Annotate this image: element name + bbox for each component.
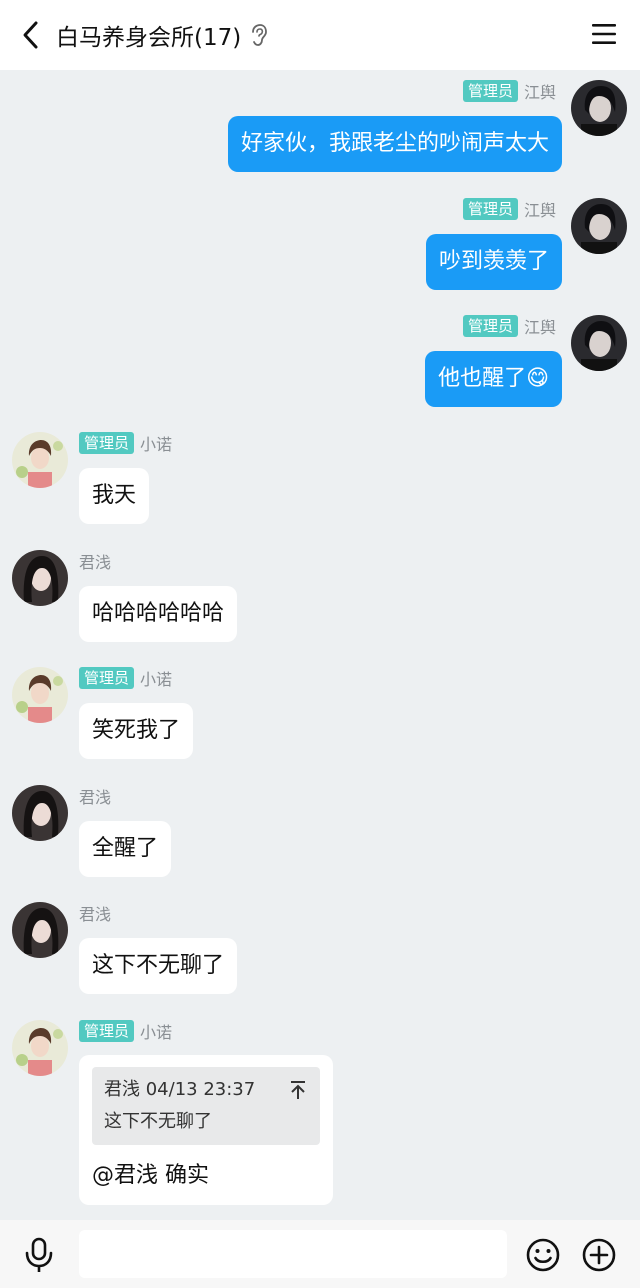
sender-name: 小诺: [140, 670, 173, 689]
message-bubble[interactable]: 这下不无聊了: [79, 938, 238, 994]
message-meta: 君浅: [79, 901, 111, 925]
message-meta: 君浅: [79, 784, 111, 808]
avatar[interactable]: [12, 902, 68, 958]
sender-name: 小诺: [140, 435, 173, 454]
message-meta: 管理员 江舆: [462, 197, 556, 221]
avatar[interactable]: [12, 667, 68, 723]
avatar[interactable]: [12, 550, 68, 606]
admin-badge: 管理员: [79, 1020, 135, 1042]
avatar[interactable]: [571, 315, 627, 371]
jump-to-quote-button[interactable]: [288, 1079, 308, 1101]
chevron-left-icon: [23, 21, 38, 49]
long-hair-avatar-icon: [12, 550, 68, 606]
reply-message-bubble[interactable]: 君浅 04/13 23:37 这下不无聊了 @君浅 确实: [79, 1055, 333, 1205]
quoted-message[interactable]: 君浅 04/13 23:37 这下不无聊了: [92, 1067, 320, 1145]
microphone-icon: [25, 1237, 53, 1272]
girl-flowers-avatar-icon: [12, 667, 68, 723]
dark-hair-avatar-icon: [571, 80, 627, 136]
message-meta: 管理员 江舆: [462, 79, 556, 103]
menu-button[interactable]: [590, 20, 618, 48]
smiley-icon: [526, 1238, 560, 1272]
admin-badge: 管理员: [462, 315, 518, 337]
avatar[interactable]: [571, 198, 627, 254]
sender-name: 江舆: [523, 318, 556, 337]
avatar[interactable]: [571, 80, 627, 136]
plus-circle-icon: [582, 1238, 616, 1272]
arrow-up-to-top-icon: [291, 1081, 305, 1099]
hamburger-menu-icon: [592, 24, 616, 44]
message-bubble[interactable]: 吵到羡羡了: [425, 234, 562, 290]
dark-hair-avatar-icon: [571, 198, 627, 254]
sender-name: 君浅: [79, 788, 112, 807]
group-title: 白马养身会所(17): [56, 25, 242, 51]
admin-badge: 管理员: [79, 667, 135, 689]
message-meta: 管理员 江舆: [462, 314, 556, 338]
more-button[interactable]: [581, 1237, 617, 1273]
message-bubble[interactable]: 他也醒了😋: [425, 351, 562, 407]
ear-icon: [249, 23, 269, 47]
admin-badge: 管理员: [462, 198, 518, 220]
message-bubble[interactable]: 笑死我了: [79, 703, 194, 759]
girl-flowers-avatar-icon: [12, 1020, 68, 1076]
message-bubble[interactable]: 好家伙，我跟老尘的吵闹声太大: [227, 116, 562, 172]
avatar[interactable]: [12, 1020, 68, 1076]
long-hair-avatar-icon: [12, 902, 68, 958]
message-meta: 君浅: [79, 549, 111, 573]
message-meta: 管理员 小诺: [79, 666, 172, 690]
avatar[interactable]: [12, 432, 68, 488]
message-bubble[interactable]: 全醒了: [79, 821, 172, 877]
message-bubble[interactable]: 我天: [79, 468, 150, 524]
sender-name: 江舆: [523, 83, 556, 102]
reply-text: @君浅 确实: [92, 1163, 209, 1188]
emoji-button[interactable]: [525, 1237, 561, 1273]
chat-header: 白马养身会所(17): [0, 0, 640, 70]
message-meta: 管理员 小诺: [79, 431, 172, 455]
message-meta: 管理员 小诺: [79, 1019, 172, 1043]
girl-flowers-avatar-icon: [12, 432, 68, 488]
dark-hair-avatar-icon: [571, 315, 627, 371]
long-hair-avatar-icon: [12, 785, 68, 841]
admin-badge: 管理员: [79, 432, 135, 454]
admin-badge: 管理员: [462, 80, 518, 102]
voice-button[interactable]: [22, 1236, 56, 1274]
sender-name: 小诺: [140, 1023, 173, 1042]
title-area[interactable]: 白马养身会所(17): [56, 0, 269, 70]
sender-name: 江舆: [523, 201, 556, 220]
message-input[interactable]: [79, 1230, 507, 1278]
back-button[interactable]: [14, 17, 50, 53]
sender-name: 君浅: [79, 905, 112, 924]
message-list[interactable]: 管理员 江舆 好家伙，我跟老尘的吵闹声太大 管理员 江舆 吵到羡羡了 管理员 江…: [0, 70, 640, 1220]
quote-text: 这下不无聊了: [104, 1111, 212, 1132]
sender-name: 君浅: [79, 553, 112, 572]
quote-header: 君浅 04/13 23:37: [104, 1079, 256, 1100]
input-bar: [0, 1220, 640, 1288]
avatar[interactable]: [12, 785, 68, 841]
message-bubble[interactable]: 哈哈哈哈哈哈: [79, 586, 238, 642]
